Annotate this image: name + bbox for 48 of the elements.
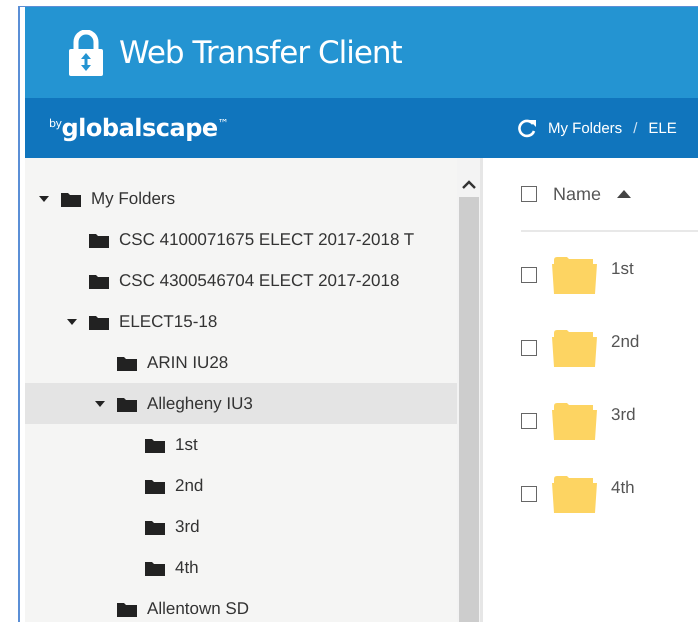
tree-item[interactable]: 3rd <box>25 506 457 547</box>
tree-item[interactable]: ELECT15-18 <box>25 301 457 342</box>
breadcrumb-link[interactable]: My Folders <box>548 120 622 136</box>
folder-icon <box>145 478 165 494</box>
file-name[interactable]: 1st <box>611 258 634 278</box>
padlock-icon <box>69 30 103 76</box>
tree-item[interactable]: CSC 4100071675 ELECT 2017-2018 T <box>25 219 457 260</box>
tree-item[interactable]: Allentown SD <box>25 588 457 622</box>
folder-icon <box>61 190 81 206</box>
tree-item[interactable]: 1st <box>25 424 457 465</box>
tree-item[interactable]: My Folders <box>25 178 457 219</box>
folder-icon <box>117 396 137 412</box>
sort-ascending-icon[interactable] <box>617 190 632 198</box>
folder-icon <box>89 314 109 330</box>
tree-item[interactable]: ARIN IU28 <box>25 342 457 383</box>
row-checkbox[interactable] <box>521 412 537 428</box>
folder-icon <box>145 436 165 452</box>
select-all-checkbox[interactable] <box>521 186 537 202</box>
folder-icon <box>89 272 109 288</box>
tree-item[interactable]: 2nd <box>25 465 457 506</box>
refresh-icon[interactable] <box>517 118 537 138</box>
row-checkbox[interactable] <box>521 340 537 356</box>
expand-caret-icon[interactable] <box>95 400 105 406</box>
tree-item[interactable]: CSC 4300546704 ELECT 2017-2018 <box>25 260 457 301</box>
folder-icon <box>117 600 137 616</box>
folder-icon <box>145 560 165 576</box>
scroll-up-icon[interactable] <box>462 180 476 189</box>
name-column-header[interactable]: Name <box>553 184 602 204</box>
breadcrumb-separator: / <box>633 120 638 136</box>
folder-icon <box>89 232 109 248</box>
expand-caret-icon[interactable] <box>67 318 77 324</box>
folder-icon <box>145 518 165 534</box>
row-checkbox[interactable] <box>521 266 537 282</box>
file-name[interactable]: 4th <box>611 478 635 498</box>
app-title: Web Transfer Client <box>119 34 402 70</box>
folder-icon <box>117 354 137 370</box>
folder-icon <box>551 402 597 440</box>
tree-item[interactable]: 4th <box>25 547 457 588</box>
tree-item[interactable]: Allegheny IU3 <box>25 383 457 424</box>
file-name[interactable]: 2nd <box>611 332 640 352</box>
brand-logo: $^{by}$globalscape$^{™}$ <box>49 114 230 142</box>
folder-icon <box>551 328 597 366</box>
folder-icon <box>551 474 597 512</box>
expand-caret-icon[interactable] <box>39 196 49 202</box>
file-name[interactable]: 3rd <box>611 404 636 424</box>
row-checkbox[interactable] <box>521 486 537 502</box>
folder-icon <box>551 256 597 294</box>
breadcrumb-link[interactable]: ELE <box>648 120 677 136</box>
